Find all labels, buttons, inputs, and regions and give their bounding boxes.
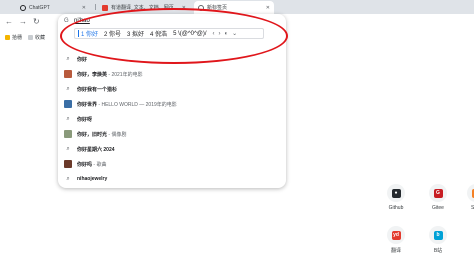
shortcut-icon-bg: b — [429, 226, 447, 244]
shortcut-tile[interactable]: yd 翻译 — [376, 226, 416, 254]
suggestion-row[interactable]: 你好，李焕英 - 2021年的电影 — [58, 67, 286, 81]
shortcut-icon-bg: ● — [387, 184, 405, 202]
github-icon: ● — [391, 188, 401, 198]
shortcut-icon-bg: G — [429, 184, 447, 202]
suggestion-subtitle: - 2021年的电影 — [107, 71, 143, 78]
search-icon: ⌕ — [66, 145, 70, 152]
suggestion-text: 你好，旧时光 - 偶像剧 — [77, 131, 126, 138]
search-icon: ⌕ — [66, 115, 70, 122]
ime-next-icon[interactable]: › — [219, 31, 221, 37]
suggestion-row[interactable]: ⌕ 你好呀 — [58, 112, 286, 126]
close-tab-icon[interactable]: ✕ — [82, 5, 86, 11]
suggestion-text: 你好吗 - 歌曲 — [77, 161, 106, 168]
bookmark-label: 收藏 — [35, 35, 46, 41]
tab-youdao[interactable]: 有道翻译_文本、文档、网页、... ✕ — [98, 1, 190, 14]
shortcut-label: Stac — [470, 205, 474, 211]
suggestion-text: 你好我有一个猎杉 — [77, 86, 117, 93]
bilibili-icon: b — [433, 230, 443, 240]
shortcut-tile[interactable]: S Stac — [456, 184, 474, 211]
ime-candidate[interactable]: 5 \(@^0^@)/ — [173, 31, 206, 37]
ime-expand-icon[interactable]: ⌄ — [232, 30, 237, 37]
suggestion-query: 你好我有一个猎杉 — [77, 86, 118, 93]
shortcut-label: Gitee — [432, 205, 444, 211]
suggestion-row[interactable]: ⌕ 你好我有一个猎杉 — [58, 82, 286, 96]
omnibox-dropdown: G ni'hao 1 你好 2 你号 3 拟好 4 倪浩 5 \(@^0^@)/… — [58, 14, 286, 188]
suggestion-row[interactable]: 你好世界 - HELLO WORLD — 2019年的电影 — [58, 97, 286, 111]
thumbnail-image — [64, 70, 72, 78]
gitee-icon: G — [433, 188, 443, 198]
tab-title: ChatGPT — [29, 4, 50, 11]
tab-title: 有道翻译_文本、文档、网页、... — [111, 5, 181, 11]
shortcut-tile[interactable]: ● Github — [376, 184, 416, 211]
bookmark-item[interactable]: 拾穗 — [5, 34, 22, 41]
suggestion-text: 你好呀 — [77, 116, 92, 123]
google-g-icon: G — [64, 18, 69, 24]
suggestion-query: 你好 — [77, 56, 88, 63]
suggestion-text: 你好星期六 2024 — [77, 146, 115, 153]
shortcut-label: Github — [388, 205, 404, 211]
omnibox-input[interactable]: ni'hao — [74, 18, 90, 24]
bookmark-item[interactable]: 收藏 — [28, 34, 45, 41]
shortcut-tile[interactable]: b B站 — [418, 226, 458, 254]
thumbnail-image — [64, 100, 72, 108]
suggestion-query: 你好星期六 2024 — [77, 146, 115, 153]
tab-title: 新标签页 — [207, 5, 228, 11]
suggestion-row[interactable]: ⌕ 你好 — [58, 52, 286, 66]
chrome-icon — [198, 4, 204, 11]
ime-candidate-bar: 1 你好 2 你号 3 拟好 4 倪浩 5 \(@^0^@)/ ‹ › ◐ ⌄ — [74, 28, 264, 39]
suggestion-query: nihaojewelry — [77, 176, 108, 182]
suggestion-row[interactable]: 你好，旧时光 - 偶像剧 — [58, 127, 286, 141]
suggestion-subtitle: - HELLO WORLD — 2019年的电影 — [97, 101, 177, 108]
ime-candidate[interactable]: 3 拟好 — [127, 29, 144, 38]
search-icon: ⌕ — [66, 175, 70, 182]
suggestion-text: 你好世界 - HELLO WORLD — 2019年的电影 — [77, 101, 177, 108]
reload-icon[interactable]: ↻ — [33, 17, 40, 26]
suggestion-subtitle: - 偶像剧 — [107, 131, 127, 138]
suggestion-query: 你好，李焕英 — [77, 71, 108, 78]
close-tab-icon[interactable]: ✕ — [266, 5, 270, 11]
ime-candidate[interactable]: 2 你号 — [104, 29, 121, 38]
suggestion-subtitle: - 歌曲 — [92, 161, 107, 168]
youdao-icon: yd — [391, 230, 401, 240]
suggestion-text: 你好 — [77, 56, 87, 63]
thumbnail-image — [64, 130, 72, 138]
back-icon[interactable]: ← — [5, 17, 13, 26]
shortcut-tile[interactable]: G Gitee — [418, 184, 458, 211]
ime-candidate[interactable]: 4 倪浩 — [150, 29, 167, 38]
shortcut-icon-bg: S — [467, 184, 474, 202]
suggestion-text: 你好，李焕英 - 2021年的电影 — [77, 71, 143, 78]
close-tab-icon[interactable]: ✕ — [182, 5, 186, 11]
suggestion-query: 你好吗 — [77, 161, 93, 168]
thumbnail-image — [64, 160, 72, 168]
chatgpt-icon — [20, 4, 26, 11]
tab-separator — [95, 4, 96, 10]
tab-new-tab[interactable]: 新标签页 ✕ — [194, 1, 274, 14]
tab-strip: ChatGPT ✕ 有道翻译_文本、文档、网页、... ✕ 新标签页 ✕ — [0, 0, 474, 14]
ime-candidate[interactable]: 1 你好 — [81, 29, 98, 38]
suggestion-query: 你好世界 — [77, 101, 98, 108]
suggestion-row[interactable]: 你好吗 - 歌曲 — [58, 157, 286, 171]
shortcut-icon-bg: yd — [387, 226, 405, 244]
search-icon: ⌕ — [66, 85, 70, 92]
shortcut-label: B站 — [433, 248, 443, 254]
bookmark-label: 拾穗 — [12, 35, 23, 41]
youdao-icon — [102, 4, 108, 11]
tab-chatgpt[interactable]: ChatGPT ✕ — [16, 1, 90, 14]
suggestion-text: nihaojewelry — [77, 176, 107, 182]
search-icon: ⌕ — [66, 55, 70, 62]
ime-caret — [78, 30, 79, 37]
folder-icon — [28, 35, 33, 40]
forward-icon[interactable]: → — [19, 17, 27, 26]
suggestion-row[interactable]: ⌕ nihaojewelry — [58, 172, 286, 186]
suggestion-query: 你好，旧时光 — [77, 131, 108, 138]
suggestion-row[interactable]: ⌕ 你好星期六 2024 — [58, 142, 286, 156]
ime-prev-icon[interactable]: ‹ — [213, 31, 215, 37]
suggestion-query: 你好呀 — [77, 116, 93, 123]
bookmark-icon — [5, 35, 10, 40]
shortcut-label: 翻译 — [390, 248, 401, 254]
ime-skin-icon[interactable]: ◐ — [225, 31, 229, 37]
